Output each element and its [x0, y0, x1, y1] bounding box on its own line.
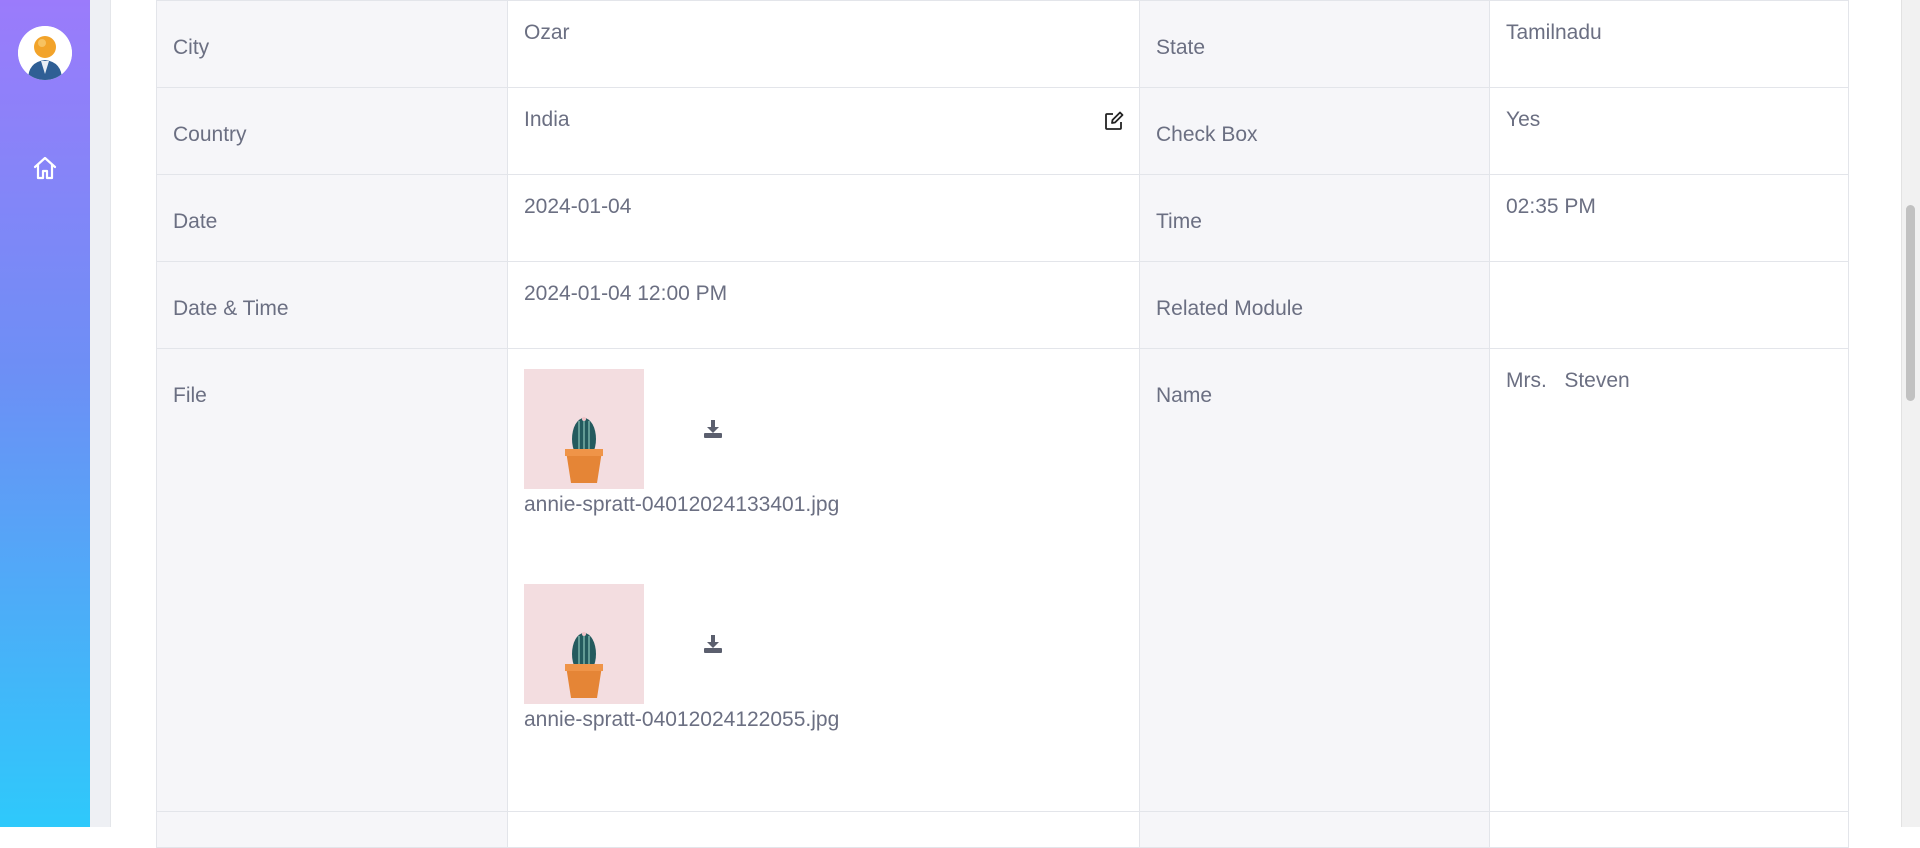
vertical-scrollbar[interactable] — [1901, 0, 1920, 827]
table-row: Date & Time 2024-01-04 12:00 PM Related … — [156, 261, 1849, 349]
download-icon[interactable] — [702, 633, 724, 655]
avatar-figure-icon — [18, 26, 72, 80]
country-cell: India — [507, 87, 1140, 175]
time-value: 02:35 PM — [1489, 174, 1849, 262]
next-row-label — [156, 811, 508, 848]
city-label: City — [156, 0, 508, 88]
user-avatar[interactable] — [18, 26, 72, 80]
country-value: India — [524, 108, 570, 131]
content-gutter — [90, 0, 111, 827]
table-row: City Ozar State Tamilnadu — [156, 0, 1849, 88]
sidebar — [0, 0, 90, 827]
next-row-label — [1139, 811, 1490, 848]
file-item: annie-spratt-04012024122055.jpg — [524, 584, 1123, 799]
date-label: Date — [156, 174, 508, 262]
state-label: State — [1139, 0, 1490, 88]
file-cell: annie-spratt-04012024133401.jpg annie-sp… — [507, 348, 1140, 812]
datetime-value: 2024-01-04 12:00 PM — [507, 261, 1140, 349]
edit-icon[interactable] — [1103, 110, 1125, 132]
file-label: File — [156, 348, 508, 812]
related-module-label: Related Module — [1139, 261, 1490, 349]
table-row — [156, 811, 1849, 848]
file-thumbnail[interactable] — [524, 584, 644, 704]
next-row-value — [1489, 811, 1849, 848]
table-row: Date 2024-01-04 Time 02:35 PM — [156, 174, 1849, 262]
file-thumbnail[interactable] — [524, 369, 644, 489]
file-name[interactable]: annie-spratt-04012024133401.jpg — [524, 493, 1123, 517]
name-label: Name — [1139, 348, 1490, 812]
datetime-label: Date & Time — [156, 261, 508, 349]
table-row: File annie-spratt-04012024133401.jpg ann… — [156, 348, 1849, 812]
checkbox-value: Yes — [1489, 87, 1849, 175]
related-module-value — [1489, 261, 1849, 349]
checkbox-label: Check Box — [1139, 87, 1490, 175]
date-value: 2024-01-04 — [507, 174, 1140, 262]
detail-table: City Ozar State Tamilnadu Country India … — [156, 0, 1849, 848]
state-value: Tamilnadu — [1489, 0, 1849, 88]
home-icon[interactable] — [31, 154, 59, 182]
country-label: Country — [156, 87, 508, 175]
file-name[interactable]: annie-spratt-04012024122055.jpg — [524, 708, 1123, 732]
next-row-value — [507, 811, 1140, 848]
name-value: Mrs. Steven — [1489, 348, 1849, 812]
file-item: annie-spratt-04012024133401.jpg — [524, 369, 1123, 584]
time-label: Time — [1139, 174, 1490, 262]
download-icon[interactable] — [702, 418, 724, 440]
city-value: Ozar — [507, 0, 1140, 88]
table-row: Country India Check Box Yes — [156, 87, 1849, 175]
scrollbar-thumb[interactable] — [1906, 205, 1915, 401]
